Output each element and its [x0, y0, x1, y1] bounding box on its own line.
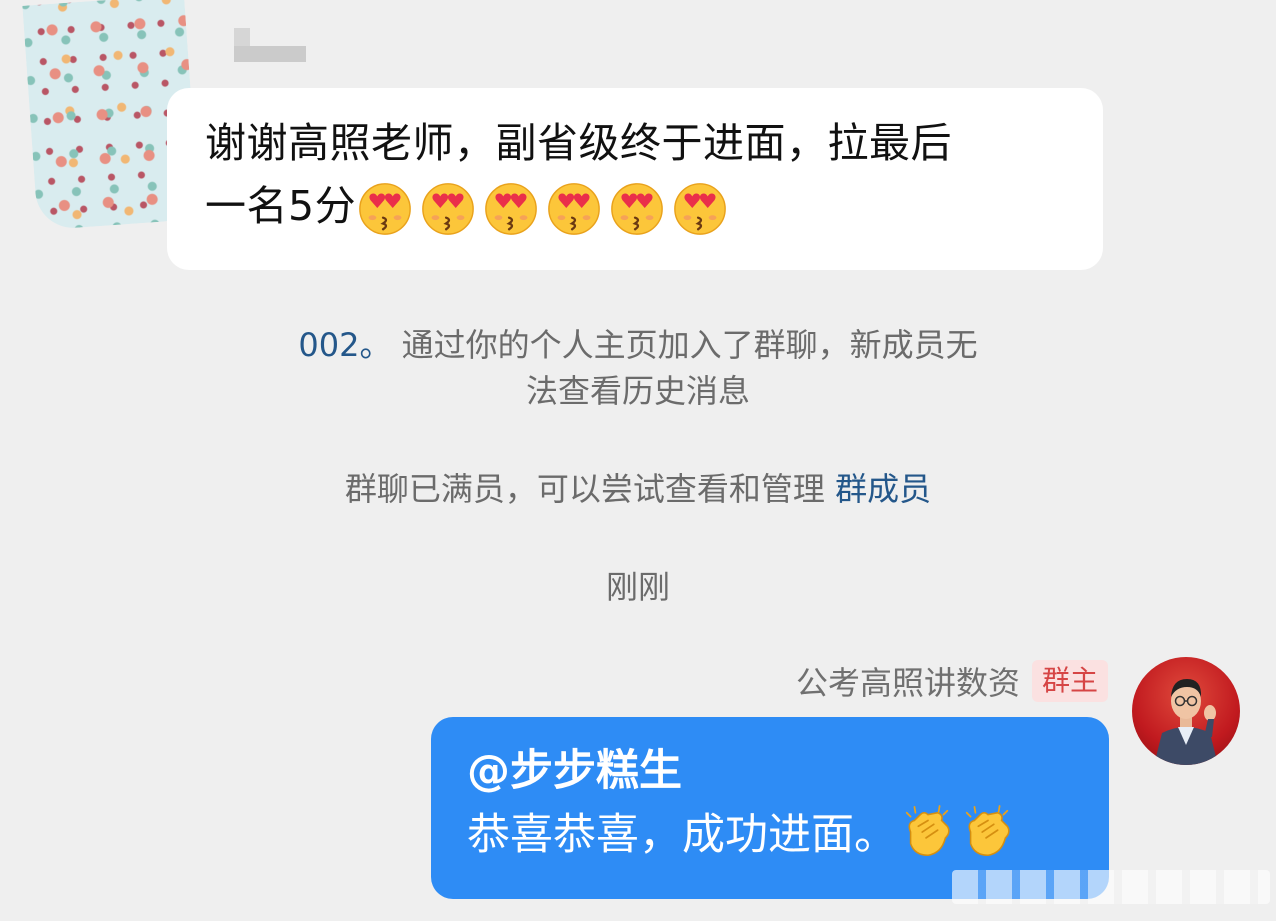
group-members-link[interactable]: 群成员 — [835, 470, 931, 508]
incoming-message-line2: 一名5分 — [205, 182, 357, 230]
sender-name-right[interactable]: 公考高照讲数资 — [796, 658, 1020, 704]
message-timestamp: 刚刚 — [605, 568, 670, 606]
group-owner-badge: 群主 — [1031, 660, 1108, 702]
sender-avatar-right[interactable] — [1132, 657, 1240, 765]
outgoing-message-text: 恭喜恭喜，成功进面。 — [467, 803, 1079, 867]
system-join-notice: 002。 通过你的个人主页加入了群聊，新成员无法查看历史消息 — [0, 322, 1276, 414]
heart-eyes-kiss-emoji-icon — [482, 179, 540, 237]
clapping-hands-emoji-icon — [899, 803, 957, 865]
incoming-message-text: 谢谢高照老师，副省级终于进面，拉最后 一名5分 — [205, 112, 1075, 241]
incoming-message-line1: 谢谢高照老师，副省级终于进面，拉最后 — [205, 119, 952, 167]
heart-eyes-kiss-emoji-icon — [671, 179, 729, 237]
clapping-emoji-row — [897, 805, 1017, 860]
heart-eyes-kiss-emoji-icon — [545, 179, 603, 237]
heart-eyes-emoji-row — [356, 178, 734, 241]
sender-name-redacted — [234, 28, 306, 62]
sender-info-right: 公考高照讲数资 群主 — [796, 658, 1108, 704]
mention-tag[interactable]: @步步糕生 — [467, 739, 1079, 803]
heart-eyes-kiss-emoji-icon — [419, 179, 477, 237]
incoming-message-bubble[interactable]: 谢谢高照老师，副省级终于进面，拉最后 一名5分 — [167, 88, 1103, 270]
person-avatar-icon — [1154, 679, 1218, 765]
join-notice-text: 通过你的个人主页加入了群聊，新成员无法查看历史消息 — [391, 326, 978, 410]
group-full-text: 群聊已满员，可以尝试查看和管理 — [344, 470, 836, 508]
heart-eyes-kiss-emoji-icon — [356, 179, 414, 237]
system-group-full-notice: 群聊已满员，可以尝试查看和管理 群成员 — [0, 466, 1276, 512]
heart-eyes-kiss-emoji-icon — [608, 179, 666, 237]
watermark — [952, 870, 1270, 904]
clapping-hands-emoji-icon — [959, 803, 1017, 865]
outgoing-message-body: 恭喜恭喜，成功进面。 — [467, 810, 897, 860]
joined-user-link[interactable]: 002。 — [298, 326, 391, 364]
